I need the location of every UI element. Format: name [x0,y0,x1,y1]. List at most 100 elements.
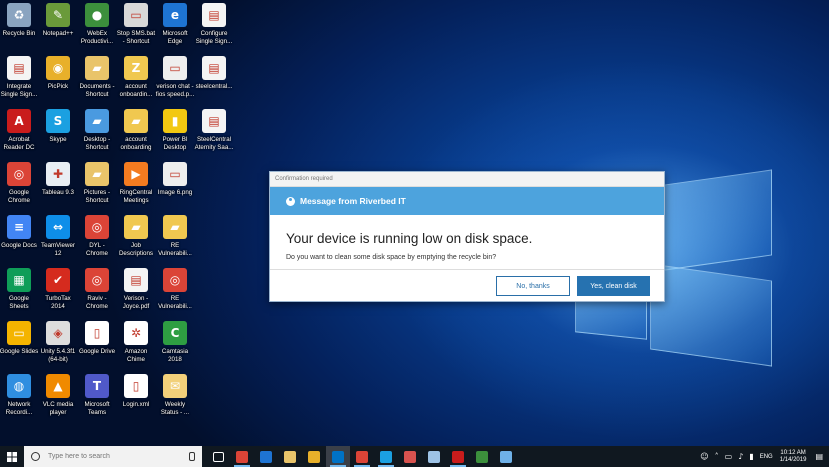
taskbar-app-outlook[interactable] [326,446,350,467]
desktop-icon[interactable]: ▰ Job Descriptions [117,215,155,257]
skype-icon: S [46,109,70,133]
desktop-icon[interactable]: e Microsoft Edge [156,3,194,45]
desktop-icon[interactable]: ▰ account onboarding [117,109,155,151]
folder-icon: ▰ [124,109,148,133]
desktop-icon-label: Configure Single Sign... [195,30,233,45]
taskbar-app-chrome[interactable] [350,446,374,467]
desktop-icon[interactable]: ▯ Google Drive [78,321,116,356]
chevron-up-icon[interactable]: ˄ [715,452,719,461]
battery-icon[interactable]: ▮ [749,452,753,461]
desktop-icon[interactable]: ▰ Pictures - Shortcut [78,162,116,204]
volume-icon[interactable]: ♪ [738,452,743,461]
desktop-icon[interactable]: ▰ Documents - Shortcut [78,56,116,98]
desktop-icon[interactable]: ▲ VLC media player [39,374,77,416]
image-file-icon: ▭ [163,56,187,80]
taskbar-app-chrome[interactable] [230,446,254,467]
desktop-icon[interactable]: ✚ Tableau 9.3 [39,162,77,197]
desktop-icon[interactable]: ◎ DYL - Chrome [78,215,116,257]
desktop-icon[interactable]: ▦ Google Sheets [0,268,38,310]
desktop-icon[interactable]: ✲ Amazon Chime [117,321,155,363]
confirmation-dialog: Confirmation required Message from River… [269,171,665,302]
dialog-headline: Your device is running low on disk space… [286,231,533,246]
desktop-icon[interactable]: ≡ Google Docs [0,215,38,250]
taskbar-app-acrobat[interactable] [446,446,470,467]
wallpaper-logo-pane [650,169,772,273]
image-file-icon: ▭ [163,162,187,186]
desktop-icon[interactable]: ▤ Integrate Single Sign... [0,56,38,98]
camtasia-icon: C [163,321,187,345]
desktop-icon[interactable]: ▭ verison chat - fios speed.p... [156,56,194,98]
taskbar-app-skype[interactable] [374,446,398,467]
desktop-icon[interactable]: ♻ Recycle Bin [0,3,38,38]
desktop-icon[interactable]: ◉ PicPick [39,56,77,91]
start-button[interactable] [0,446,24,467]
notifications-icon[interactable]: ▤ [815,452,823,461]
desktop-icon[interactable]: T Microsoft Teams [78,374,116,416]
desktop-icon[interactable]: ▤ steelcentral... [195,56,233,91]
taskbar: ☺ ˄ ▭ ♪ ▮ ENG 10:12 AM 1/14/2019 ▤ [0,446,829,467]
taskbar-app-remote-desktop[interactable] [494,446,518,467]
turbotax-icon: ✔ [46,268,70,292]
network-icon[interactable]: ▭ [725,452,733,461]
desktop-icon[interactable]: ▭ Stop SMS.bat - Shortcut [117,3,155,45]
taskbar-search-box[interactable] [24,446,202,467]
taskbar-app-picpick[interactable] [302,446,326,467]
taskbar-app-snipping-tool[interactable] [398,446,422,467]
desktop-icon[interactable]: ▰ Desktop - Shortcut [78,109,116,151]
taskbar-app-file-explorer[interactable] [278,446,302,467]
chrome-icon: ◎ [85,215,109,239]
desktop-icon[interactable]: ✉ Weekly Status - ... [156,374,194,416]
taskbar-app-notepad[interactable] [422,446,446,467]
edge-icon: e [163,3,187,27]
taskbar-app-task-view[interactable] [206,446,230,467]
amazon-chime-icon: ✲ [124,321,148,345]
desktop-icon-label: RE Vulnerabili... [158,295,192,310]
google-slides-icon: ▭ [7,321,31,345]
desktop-icon[interactable]: ▰ RE Vulnerabili... [156,215,194,257]
desktop-icon[interactable]: Zaccount onboardin... [117,56,155,98]
desktop-icon[interactable]: ▯ Login.xml [117,374,155,409]
ringcentral-icon: ▶ [124,162,148,186]
desktop-icon[interactable]: ◈ Unity 5.4.3f1 (64-bit) [39,321,77,363]
desktop-icon[interactable]: ◎ RE Vulnerabili... [156,268,194,310]
desktop-icon[interactable]: ⇔ TeamViewer 12 [39,215,77,257]
clock[interactable]: 10:12 AM 1/14/2019 [780,450,807,464]
microphone-icon[interactable] [189,452,195,461]
pictures-folder-icon: ▰ [85,162,109,186]
document-icon: ▯ [124,374,148,398]
pdf-icon: ▤ [202,3,226,27]
taskbar-app-edge[interactable] [254,446,278,467]
taskbar-app-webex[interactable] [470,446,494,467]
desktop-icon[interactable]: ● WebEx Productivi... [78,3,116,45]
acrobat-icon: A [7,109,31,133]
google-docs-icon: ≡ [7,215,31,239]
desktop-icon[interactable]: A Acrobat Reader DC [0,109,38,151]
yes-clean-disk-button[interactable]: Yes, clean disk [577,276,650,296]
desktop-icon[interactable]: ◎ Google Chrome [0,162,38,204]
desktop-icon-label: Camtasia 2018 [161,348,189,363]
taskbar-search-input[interactable] [46,452,180,461]
desktop: ♻ Recycle Bin ✎ Notepad++ ● WebEx Productivi.… [0,0,829,446]
desktop-icon[interactable]: ▤ Configure Single Sign... [195,3,233,45]
desktop-icon[interactable]: ▮ Power BI Desktop [156,109,194,151]
desktop-icon[interactable]: ▭ Image 6.png [156,162,194,197]
desktop-icon[interactable]: ▭ Google Slides [0,321,38,356]
task-view-icon [212,451,224,462]
dialog-banner-text: Message from Riverbed IT [300,196,406,206]
desktop-icon[interactable]: ▤ SteelCentral Aternity Saa... [195,109,233,151]
clock-time: 10:12 AM [780,449,806,456]
no-thanks-button[interactable]: No, thanks [496,276,570,296]
desktop-icon[interactable]: ▶ RingCentral Meetings [117,162,155,204]
powerbi-icon: ▮ [163,109,187,133]
people-icon[interactable]: ☺ [700,452,708,461]
desktop-icon[interactable]: ▤ Verison - Joyce.pdf [117,268,155,310]
chrome-icon [236,450,248,463]
desktop-icon[interactable]: ◍ Network Recordi... [0,374,38,416]
desktop-icon[interactable]: ◎ Raviv - Chrome [78,268,116,310]
desktop-icon[interactable]: ✔ TurboTax 2014 [39,268,77,310]
desktop-icon[interactable]: S Skype [39,109,77,144]
desktop-icon[interactable]: C Camtasia 2018 [156,321,194,363]
pdf-icon: ▤ [202,56,226,80]
desktop-icon[interactable]: ✎ Notepad++ [39,3,77,38]
language-indicator[interactable]: ENG [760,454,773,460]
